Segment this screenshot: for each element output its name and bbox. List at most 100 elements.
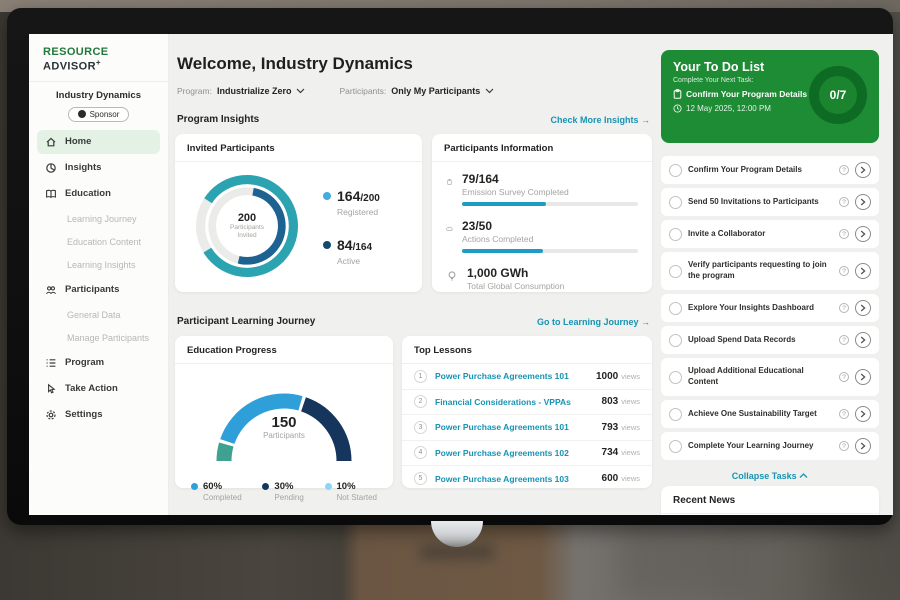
recent-news-card: Recent News <box>661 486 879 515</box>
lesson-link[interactable]: Power Purchase Agreements 101 <box>435 422 602 432</box>
legend-pending: 30%Pending <box>262 481 303 502</box>
lesson-row: 3 Power Purchase Agreements 101 793views <box>402 415 652 441</box>
lesson-link[interactable]: Financial Considerations - VPPAs <box>435 397 602 407</box>
task-row[interactable]: Send 50 Invitations to Participants ? <box>661 188 879 216</box>
info-icon[interactable]: ? <box>839 409 849 419</box>
chevron-right-icon[interactable] <box>855 194 871 210</box>
program-insights-header: Program Insights Check More Insights → <box>177 114 650 125</box>
sidebar-item-program[interactable]: Program <box>37 351 160 375</box>
invited-body: 200 Participants Invited 164/200 Registe… <box>175 162 422 284</box>
survey-icon <box>446 176 453 188</box>
lesson-rank: 5 <box>414 472 427 485</box>
participants-dropdown[interactable]: Participants: Only My Participants <box>339 86 494 96</box>
info-icon[interactable]: ? <box>839 303 849 313</box>
collapse-tasks-link[interactable]: Collapse Tasks <box>661 471 879 481</box>
sidebar-item-general-data[interactable]: General Data <box>37 304 160 326</box>
consumption-icon <box>446 270 458 282</box>
sidebar-item-education-content[interactable]: Education Content <box>37 231 160 253</box>
sidebar-item-settings[interactable]: Settings <box>37 403 160 427</box>
task-checkbox[interactable] <box>669 164 682 177</box>
lesson-link[interactable]: Power Purchase Agreements 103 <box>435 474 602 484</box>
lesson-rank: 3 <box>414 421 427 434</box>
card-title: Education Progress <box>175 336 393 364</box>
task-checkbox[interactable] <box>669 440 682 453</box>
lessons-list: 1 Power Purchase Agreements 101 1000view… <box>402 364 652 492</box>
sidebar-item-insights[interactable]: Insights <box>37 156 160 180</box>
todo-summary-card: Your To Do List Complete Your Next Task:… <box>661 50 879 143</box>
task-checkbox[interactable] <box>669 302 682 315</box>
lesson-link[interactable]: Power Purchase Agreements 102 <box>435 448 602 458</box>
info-icon[interactable]: ? <box>839 229 849 239</box>
sponsor-badge[interactable]: Sponsor <box>68 107 130 122</box>
insights-icon <box>45 162 57 174</box>
lesson-views: 803 <box>602 396 619 407</box>
task-checkbox[interactable] <box>669 196 682 209</box>
lesson-views: 1000 <box>596 371 618 382</box>
task-checkbox[interactable] <box>669 334 682 347</box>
info-icon[interactable]: ? <box>839 165 849 175</box>
take-action-icon <box>45 383 57 395</box>
gauge-center-label: 150 Participants <box>194 414 374 440</box>
todo-task-list: Confirm Your Program Details ? Send 50 I… <box>661 156 879 481</box>
program-dropdown[interactable]: Program: Industrialize Zero <box>177 86 305 96</box>
task-checkbox[interactable] <box>669 371 682 384</box>
info-icon[interactable]: ? <box>839 441 849 451</box>
lesson-views: 600 <box>602 473 619 484</box>
info-icon[interactable]: ? <box>839 266 849 276</box>
education-gauge-chart: 150 Participants <box>194 376 374 471</box>
info-icon[interactable]: ? <box>839 335 849 345</box>
go-to-learning-journey-link[interactable]: Go to Learning Journey → <box>537 317 650 327</box>
task-checkbox[interactable] <box>669 265 682 278</box>
lesson-views: 734 <box>602 447 619 458</box>
main-content: Welcome, Industry Dynamics Program: Indu… <box>175 34 652 515</box>
sidebar-item-learning-journey[interactable]: Learning Journey <box>37 208 160 230</box>
chevron-right-icon[interactable] <box>855 226 871 242</box>
sidebar-item-home[interactable]: Home <box>37 130 160 154</box>
task-row[interactable]: Upload Spend Data Records ? <box>661 326 879 354</box>
page-title: Welcome, Industry Dynamics <box>177 54 413 74</box>
card-title: Top Lessons <box>402 336 652 364</box>
task-row[interactable]: Explore Your Insights Dashboard ? <box>661 294 879 322</box>
invited-participants-card: Invited Participants 200 Participants I <box>175 134 422 292</box>
task-row[interactable]: Invite a Collaborator ? <box>661 220 879 248</box>
arrow-right-icon: → <box>641 317 650 327</box>
info-icon[interactable]: ? <box>839 372 849 382</box>
sidebar-item-learning-insights[interactable]: Learning Insights <box>37 254 160 276</box>
task-row[interactable]: Confirm Your Program Details ? <box>661 156 879 184</box>
progress-bar <box>462 249 638 253</box>
check-more-insights-link[interactable]: Check More Insights → <box>550 115 650 125</box>
lesson-row: 5 Power Purchase Agreements 103 600views <box>402 466 652 492</box>
info-row-emission-survey: 79/164 Emission Survey Completed <box>446 172 638 206</box>
chevron-right-icon[interactable] <box>855 332 871 348</box>
chevron-right-icon[interactable] <box>855 263 871 279</box>
chevron-right-icon[interactable] <box>855 369 871 385</box>
task-row[interactable]: Verify participants requesting to join t… <box>661 252 879 290</box>
education-icon <box>45 188 57 200</box>
lesson-link[interactable]: Power Purchase Agreements 101 <box>435 371 596 381</box>
chevron-right-icon[interactable] <box>855 438 871 454</box>
sidebar-item-education[interactable]: Education <box>37 182 160 206</box>
task-row[interactable]: Complete Your Learning Journey ? <box>661 432 879 460</box>
chevron-right-icon[interactable] <box>855 162 871 178</box>
participants-icon <box>45 284 57 296</box>
background-blur-shape <box>618 520 758 600</box>
task-row[interactable]: Achieve One Sustainability Target ? <box>661 400 879 428</box>
lesson-row: 2 Financial Considerations - VPPAs 803vi… <box>402 390 652 416</box>
learning-journey-header: Participant Learning Journey Go to Learn… <box>177 316 650 327</box>
info-icon[interactable]: ? <box>839 197 849 207</box>
task-checkbox[interactable] <box>669 408 682 421</box>
card-title: Invited Participants <box>175 134 422 162</box>
dashboard-screen: RESOURCE ADVISOR+ Industry Dynamics Spon… <box>29 34 893 515</box>
legend-dot-completed <box>191 483 198 490</box>
chevron-right-icon[interactable] <box>855 406 871 422</box>
sidebar-item-manage-participants[interactable]: Manage Participants <box>37 327 160 349</box>
task-checkbox[interactable] <box>669 228 682 241</box>
sidebar-item-take-action[interactable]: Take Action <box>37 377 160 401</box>
sidebar-item-participants[interactable]: Participants <box>37 278 160 302</box>
task-row[interactable]: Upload Additional Educational Content ? <box>661 358 879 396</box>
gauge-seg-not-started <box>224 445 226 462</box>
settings-icon <box>45 409 57 421</box>
monitor-stand <box>431 521 483 547</box>
chevron-right-icon[interactable] <box>855 300 871 316</box>
arrow-right-icon: → <box>641 115 650 125</box>
